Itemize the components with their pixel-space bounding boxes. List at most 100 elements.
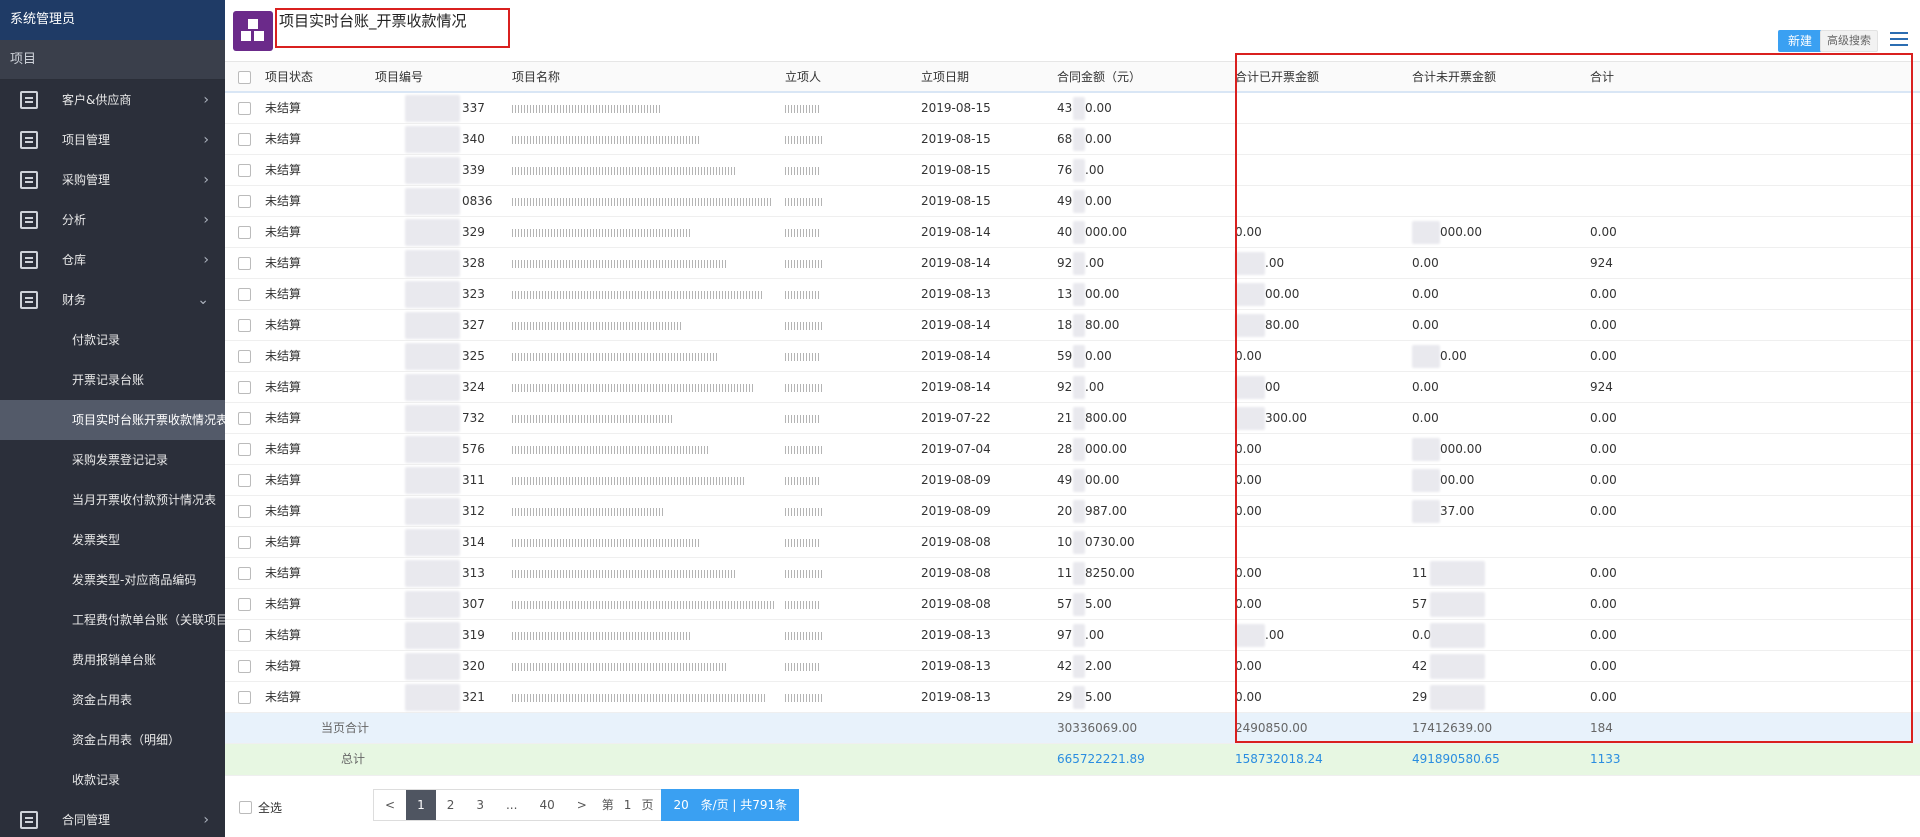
row-checkbox[interactable] <box>238 288 251 301</box>
col-invoiced[interactable]: 合计已开票金额 <box>1235 62 1319 93</box>
sidebar-item-customers-suppliers[interactable]: 客户&供应商 › <box>0 80 225 120</box>
row-project-name[interactable] <box>512 620 691 651</box>
table-row[interactable]: 未结算 325 2019-08-14 59 0.00 0.00 0.00 0.00 <box>225 341 1920 372</box>
row-project-name[interactable] <box>512 651 728 682</box>
row-project-name[interactable] <box>512 527 700 558</box>
row-checkbox[interactable] <box>238 598 251 611</box>
finance-subitem-4[interactable]: 当月开票收付款预计情况表 <box>0 480 225 520</box>
row-project-name[interactable] <box>512 682 765 713</box>
table-row[interactable]: 未结算 329 2019-08-14 40 000.00 0.00 000.00 0.00 <box>225 217 1920 248</box>
next-page-button[interactable]: > <box>566 790 598 820</box>
col-extra[interactable]: 合计 <box>1590 62 1614 93</box>
row-checkbox[interactable] <box>238 381 251 394</box>
row-code[interactable]: 0836 <box>462 186 493 217</box>
select-all[interactable]: 全选 <box>239 799 282 816</box>
col-code[interactable]: 项目编号 <box>375 62 423 93</box>
row-code[interactable]: 325 <box>462 341 485 372</box>
table-row[interactable]: 未结算 320 2019-08-13 42 2.00 0.00 42 0.00 <box>225 651 1920 682</box>
finance-subitem-1[interactable]: 开票记录台账 <box>0 360 225 400</box>
page-size-selector[interactable]: 20 条/页 | 共791条 <box>661 789 800 821</box>
table-row[interactable]: 未结算 324 2019-08-14 92 .00 00 0.00 924 <box>225 372 1920 403</box>
table-row[interactable]: 未结算 311 2019-08-09 49 00.00 0.00 00.00 0.00 <box>225 465 1920 496</box>
row-code[interactable]: 312 <box>462 496 485 527</box>
row-project-name[interactable] <box>512 496 663 527</box>
new-button[interactable]: 新建 <box>1778 30 1822 52</box>
row-code[interactable]: 328 <box>462 248 485 279</box>
finance-subitem-11[interactable]: 收款记录 <box>0 760 225 800</box>
row-project-name[interactable] <box>512 341 718 372</box>
sidebar-item-project-management[interactable]: 项目管理 › <box>0 120 225 160</box>
row-code[interactable]: 339 <box>462 155 485 186</box>
table-row[interactable]: 未结算 314 2019-08-08 10 0730.00 <box>225 527 1920 558</box>
col-status[interactable]: 项目状态 <box>265 62 313 93</box>
row-code[interactable]: 323 <box>462 279 485 310</box>
row-code[interactable]: 340 <box>462 124 485 155</box>
col-date[interactable]: 立项日期 <box>921 62 969 93</box>
row-checkbox[interactable] <box>238 133 251 146</box>
sidebar-item-contract-management[interactable]: 合同管理 › <box>0 800 225 837</box>
row-code[interactable]: 732 <box>462 403 485 434</box>
col-uninvoiced[interactable]: 合计未开票金额 <box>1412 62 1496 93</box>
table-row[interactable]: 未结算 307 2019-08-08 57 5.00 0.00 57 0.00 <box>225 589 1920 620</box>
row-project-name[interactable] <box>512 93 662 124</box>
row-checkbox[interactable] <box>238 691 251 704</box>
finance-subitem-5[interactable]: 发票类型 <box>0 520 225 560</box>
table-row[interactable]: 未结算 312 2019-08-09 20 987.00 0.00 37.00 0.00 <box>225 496 1920 527</box>
row-project-name[interactable] <box>512 217 690 248</box>
row-code[interactable]: 329 <box>462 217 485 248</box>
row-project-name[interactable] <box>512 403 672 434</box>
page-3[interactable]: 3 <box>465 790 495 820</box>
row-code[interactable]: 314 <box>462 527 485 558</box>
row-code[interactable]: 327 <box>462 310 485 341</box>
finance-subitem-8[interactable]: 费用报销单台账 <box>0 640 225 680</box>
row-project-name[interactable] <box>512 558 737 589</box>
finance-subitem-7[interactable]: 工程费付款单台账（关联项目 <box>0 600 225 640</box>
finance-subitem-10[interactable]: 资金占用表（明细） <box>0 720 225 760</box>
row-checkbox[interactable] <box>238 319 251 332</box>
table-row[interactable]: 未结算 328 2019-08-14 92 .00 .00 0.00 924 <box>225 248 1920 279</box>
table-row[interactable]: 未结算 327 2019-08-14 18 80.00 80.00 0.00 0.00 <box>225 310 1920 341</box>
sidebar-item-finance[interactable]: 财务 ⌄ <box>0 280 225 320</box>
table-row[interactable]: 未结算 732 2019-07-22 21 800.00 300.00 0.00 0.00 <box>225 403 1920 434</box>
row-project-name[interactable] <box>512 155 736 186</box>
row-project-name[interactable] <box>512 372 755 403</box>
row-checkbox[interactable] <box>238 505 251 518</box>
row-checkbox[interactable] <box>238 164 251 177</box>
page-2[interactable]: 2 <box>436 790 466 820</box>
table-row[interactable]: 未结算 340 2019-08-15 68 0.00 <box>225 124 1920 155</box>
row-checkbox[interactable] <box>238 195 251 208</box>
row-code[interactable]: 311 <box>462 465 485 496</box>
table-row[interactable]: 未结算 323 2019-08-13 13 00.00 00.00 0.00 0.00 <box>225 279 1920 310</box>
finance-subitem-3[interactable]: 采购发票登记记录 <box>0 440 225 480</box>
row-checkbox[interactable] <box>238 350 251 363</box>
row-checkbox[interactable] <box>238 474 251 487</box>
row-checkbox[interactable] <box>238 629 251 642</box>
table-row[interactable]: 未结算 313 2019-08-08 11 8250.00 0.00 11 0.00 <box>225 558 1920 589</box>
table-row[interactable]: 未结算 0836 2019-08-15 49 0.00 <box>225 186 1920 217</box>
row-project-name[interactable] <box>512 310 681 341</box>
row-code[interactable]: 307 <box>462 589 485 620</box>
row-project-name[interactable] <box>512 124 699 155</box>
row-code[interactable]: 319 <box>462 620 485 651</box>
table-row[interactable]: 未结算 576 2019-07-04 28 000.00 0.00 000.00 0.00 <box>225 434 1920 465</box>
page-1[interactable]: 1 <box>406 790 436 820</box>
finance-subitem-6[interactable]: 发票类型-对应商品编码 <box>0 560 225 600</box>
col-owner[interactable]: 立项人 <box>785 62 821 93</box>
row-checkbox[interactable] <box>238 102 251 115</box>
goto-page-input[interactable]: 1 <box>618 790 638 820</box>
sidebar-search-label[interactable]: 项目 <box>0 40 225 80</box>
page-40[interactable]: 40 <box>528 790 565 820</box>
finance-subitem-9[interactable]: 资金占用表 <box>0 680 225 720</box>
select-all-header-checkbox[interactable] <box>238 71 251 84</box>
select-all-checkbox[interactable] <box>239 801 252 814</box>
row-checkbox[interactable] <box>238 226 251 239</box>
table-row[interactable]: 未结算 321 2019-08-13 29 5.00 0.00 29 0.00 <box>225 682 1920 713</box>
sidebar-item-purchasing[interactable]: 采购管理 › <box>0 160 225 200</box>
table-row[interactable]: 未结算 319 2019-08-13 97 .00 .00 0.0 0.00 <box>225 620 1920 651</box>
row-code[interactable]: 321 <box>462 682 485 713</box>
row-checkbox[interactable] <box>238 412 251 425</box>
col-name[interactable]: 项目名称 <box>512 62 560 93</box>
sidebar-item-warehouse[interactable]: 仓库 › <box>0 240 225 280</box>
row-code[interactable]: 324 <box>462 372 485 403</box>
table-row[interactable]: 未结算 339 2019-08-15 76 .00 <box>225 155 1920 186</box>
